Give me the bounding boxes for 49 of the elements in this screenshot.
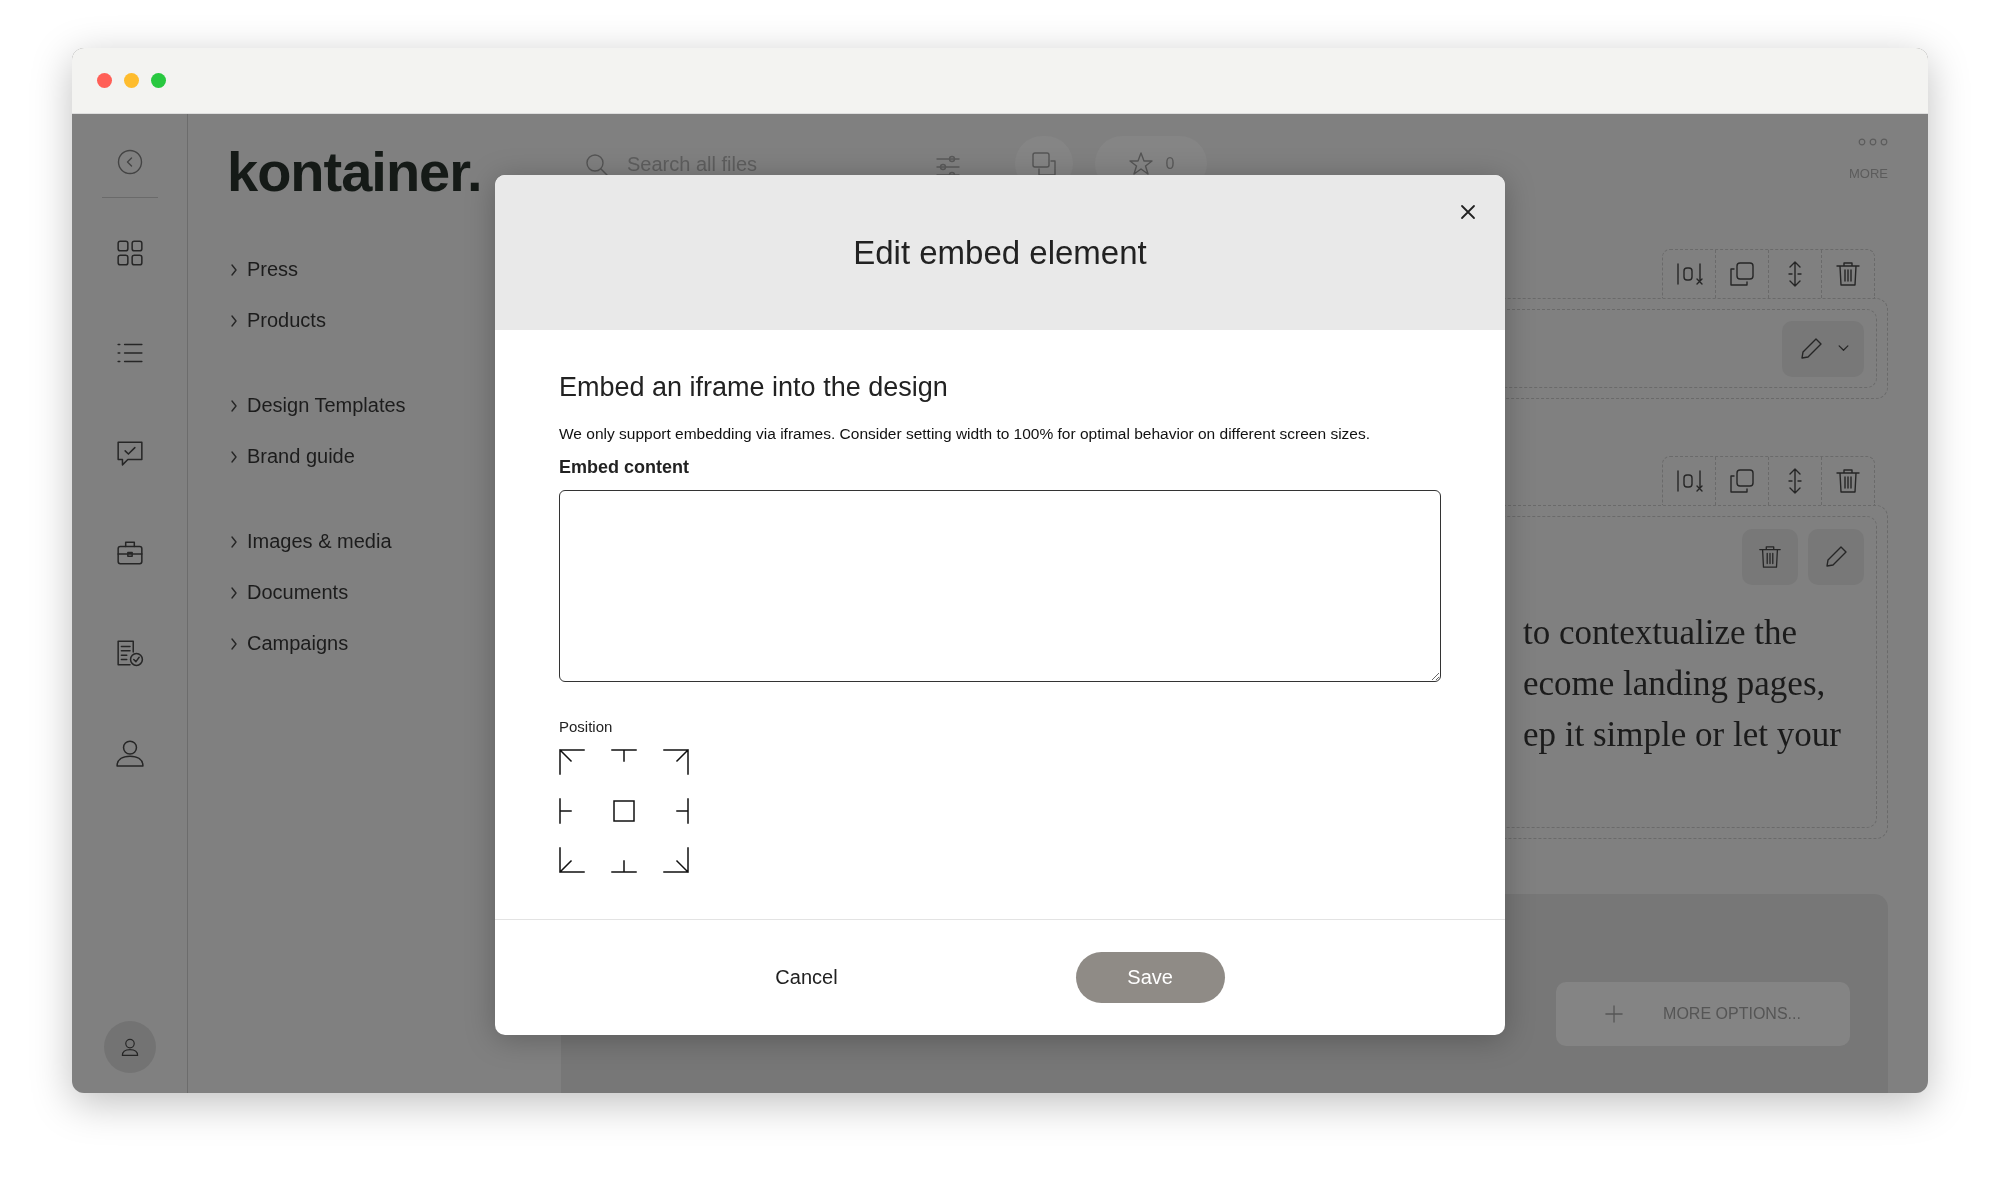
nav-item[interactable]: Design Templates: [247, 394, 406, 417]
grid-icon[interactable]: [115, 239, 144, 267]
caret-icon: [1837, 345, 1849, 352]
chevron-right-icon[interactable]: [230, 637, 238, 650]
window-control-dot[interactable]: [97, 73, 112, 88]
embed-content-field[interactable]: [559, 490, 1441, 682]
position-label: Position: [559, 718, 614, 735]
star-icon: [1127, 150, 1154, 177]
description-text: We only support embedding via iframes. Consider setting width to 100% for optimal behavior on different screen sizes.: [559, 425, 1372, 443]
document-check-icon[interactable]: [115, 639, 144, 667]
person-icon[interactable]: [115, 739, 144, 767]
chevron-right-icon[interactable]: [230, 535, 238, 548]
align-bottom-left-icon[interactable]: [559, 847, 585, 873]
window-control-dot[interactable]: [124, 73, 139, 88]
nav-item[interactable]: Images & media: [247, 530, 392, 553]
back-icon[interactable]: [116, 149, 143, 175]
more-dots-icon[interactable]: [1858, 138, 1888, 146]
dialog-title: Edit embed element: [853, 233, 1147, 272]
briefcase-icon[interactable]: [115, 539, 144, 567]
nav-item[interactable]: Press: [247, 258, 299, 281]
pencil-icon: [1823, 544, 1849, 570]
cancel-button[interactable]: Cancel: [775, 966, 838, 989]
body-text-line: to contextualize the: [1523, 612, 1799, 654]
chevron-right-icon[interactable]: [230, 399, 238, 412]
delete-button[interactable]: [1742, 529, 1798, 585]
chevron-right-icon[interactable]: [230, 263, 238, 276]
chevron-right-icon[interactable]: [230, 314, 238, 327]
align-center-icon[interactable]: [611, 798, 637, 824]
nav-item[interactable]: Campaigns: [247, 632, 349, 655]
window-control-dot[interactable]: [151, 73, 166, 88]
body-text-line: ecome landing pages,: [1523, 663, 1827, 705]
comment-icon: [1031, 150, 1057, 177]
trash-icon: [1757, 544, 1783, 570]
search-icon: [585, 152, 609, 177]
nav-item[interactable]: Documents: [247, 581, 349, 604]
align-top-left-icon[interactable]: [559, 749, 585, 775]
align-top-right-icon[interactable]: [663, 749, 689, 775]
field-label: Embed content: [559, 457, 690, 478]
kontainer-logo[interactable]: kontainer.: [227, 144, 561, 200]
chevron-right-icon[interactable]: [230, 586, 238, 599]
body-text-line: ep it simple or let your: [1523, 714, 1841, 756]
chevron-right-icon[interactable]: [230, 450, 238, 463]
section-heading: Embed an iframe into the design: [559, 372, 949, 403]
plus-icon: [1605, 1005, 1624, 1023]
align-bottom-right-icon[interactable]: [663, 847, 689, 873]
nav-item[interactable]: Products: [247, 309, 326, 332]
close-icon[interactable]: [1460, 204, 1476, 220]
chat-check-icon[interactable]: [115, 439, 144, 467]
nav-item[interactable]: Brand guide: [247, 445, 355, 468]
